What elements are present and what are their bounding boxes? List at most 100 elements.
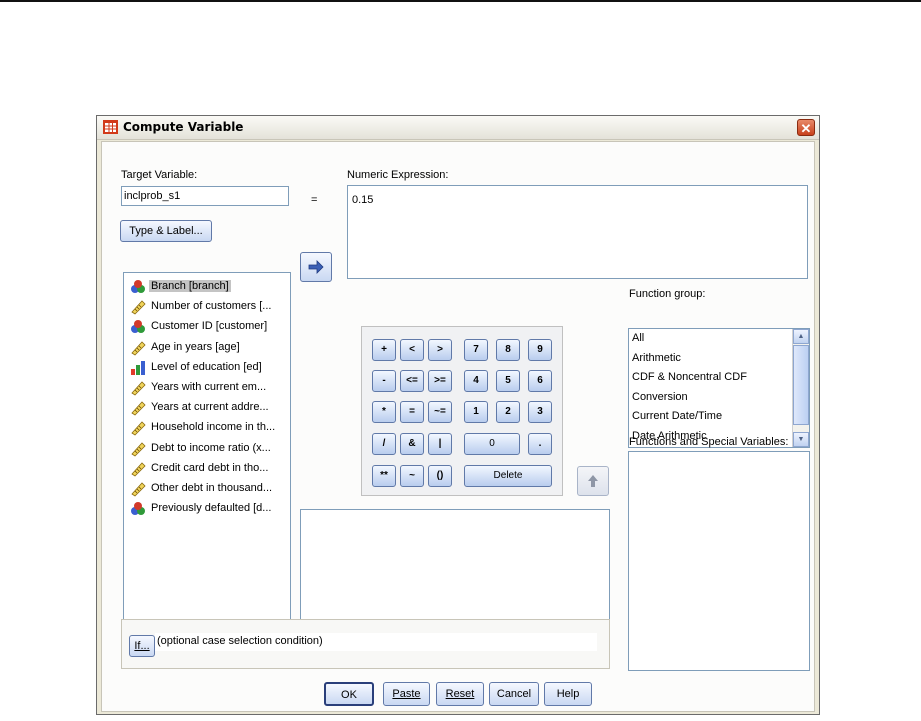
keypad-key[interactable]: <= [400, 370, 424, 392]
variable-item[interactable]: Age in years [age] [130, 338, 288, 357]
if-group: If... (optional case selection condition… [121, 619, 610, 669]
keypad-key[interactable]: + [372, 339, 396, 361]
scrollbar-thumb[interactable] [793, 345, 809, 425]
functions-special-list[interactable] [628, 451, 810, 671]
keypad-key[interactable]: Delete [464, 465, 552, 487]
variable-item[interactable]: Branch [branch] [130, 277, 288, 296]
target-variable-value: inclprob_s1 [124, 190, 181, 202]
variable-label: Other debt in thousand... [151, 482, 273, 494]
keypad-key[interactable]: / [372, 433, 396, 455]
variable-item[interactable]: Years with current em... [130, 378, 288, 397]
ok-button[interactable]: OK [324, 682, 374, 706]
nominal-icon [130, 279, 146, 295]
variable-item[interactable]: Customer ID [customer] [130, 317, 288, 336]
help-button[interactable]: Help [544, 682, 592, 706]
keypad-key[interactable]: 5 [496, 370, 520, 392]
numeric-expression-input[interactable]: 0.15 [347, 185, 808, 279]
function-group-item[interactable]: Arithmetic [632, 352, 681, 364]
move-to-expression-button[interactable] [300, 252, 332, 282]
title-bar[interactable]: Compute Variable ✕ [97, 116, 819, 140]
keypad-key[interactable]: & [400, 433, 424, 455]
keypad-key[interactable]: 4 [464, 370, 488, 392]
scroll-down-icon[interactable]: ▼ [793, 432, 809, 447]
function-group-scrollbar[interactable]: ▲ ▼ [792, 329, 809, 447]
keypad-key[interactable]: 9 [528, 339, 552, 361]
keypad-key[interactable]: >= [428, 370, 452, 392]
function-description-area [300, 509, 610, 631]
paste-button[interactable]: Paste [383, 682, 430, 706]
numeric-expression-label: Numeric Expression: [347, 169, 449, 181]
keypad-key[interactable]: 8 [496, 339, 520, 361]
scale-icon [130, 299, 146, 315]
function-group-item[interactable]: CDF & Noncentral CDF [632, 371, 747, 383]
keypad-key[interactable]: 1 [464, 401, 488, 423]
keypad-key[interactable]: * [372, 401, 396, 423]
variable-item[interactable]: Debt to income ratio (x... [130, 439, 288, 458]
variable-item[interactable]: Number of customers [... [130, 297, 288, 316]
variable-item[interactable]: Level of education [ed] [130, 358, 288, 377]
equals-sign: = [311, 194, 318, 206]
variable-label: Customer ID [customer] [151, 320, 268, 333]
dialog-body: Target Variable: inclprob_s1 = Type & La… [101, 141, 815, 712]
variable-label: Level of education [ed] [151, 360, 262, 373]
if-button[interactable]: If... [129, 635, 155, 657]
keypad-key[interactable]: . [528, 433, 552, 455]
keypad-key[interactable]: | [428, 433, 452, 455]
variable-label: Years at current addre... [151, 401, 269, 414]
scale-icon [130, 340, 146, 356]
keypad-key[interactable]: 7 [464, 339, 488, 361]
arrow-right-icon [308, 260, 324, 274]
keypad-key[interactable]: = [400, 401, 424, 423]
scale-icon [130, 441, 146, 457]
function-group-item[interactable]: Conversion [632, 391, 688, 403]
scale-icon [130, 400, 146, 416]
keypad-key[interactable]: 0 [464, 433, 520, 455]
nominal-icon [130, 501, 146, 517]
compute-variable-dialog: Compute Variable ✕ Target Variable: incl… [96, 115, 820, 715]
function-group-item[interactable]: All [632, 332, 644, 344]
keypad-key[interactable]: ** [372, 465, 396, 487]
reset-button[interactable]: Reset [436, 682, 484, 706]
move-up-button[interactable] [577, 466, 609, 496]
type-label-button[interactable]: Type & Label... [120, 220, 212, 242]
keypad-key[interactable]: ~= [428, 401, 452, 423]
variable-item[interactable]: Years at current addre... [130, 398, 288, 417]
keypad-key[interactable]: () [428, 465, 452, 487]
scale-icon [130, 380, 146, 396]
ordinal-icon [130, 360, 146, 376]
variable-item[interactable]: Household income in th... [130, 418, 288, 437]
variable-label: Age in years [age] [151, 340, 240, 353]
if-condition-box: (optional case selection condition) [155, 633, 597, 651]
scale-icon [130, 461, 146, 477]
variable-label: Debt to income ratio (x... [151, 441, 271, 454]
scale-icon [130, 420, 146, 436]
keypad-key[interactable]: > [428, 339, 452, 361]
spreadsheet-icon [103, 120, 118, 134]
target-variable-label: Target Variable: [121, 169, 198, 181]
cancel-button[interactable]: Cancel [489, 682, 539, 706]
keypad-key[interactable]: ~ [400, 465, 424, 487]
target-variable-input[interactable]: inclprob_s1 [121, 186, 289, 206]
variable-item[interactable]: Previously defaulted [d... [130, 499, 288, 518]
keypad-key[interactable]: - [372, 370, 396, 392]
function-group-list[interactable]: Date Arithmetic Current Date/Time Conversi… [628, 328, 810, 448]
function-group-label: Function group: [629, 288, 706, 300]
keypad-key[interactable]: 6 [528, 370, 552, 392]
close-button[interactable]: ✕ [797, 119, 815, 136]
scroll-up-icon[interactable]: ▲ [793, 329, 809, 344]
function-group-item[interactable]: Current Date/Time [632, 410, 722, 422]
keypad-key[interactable]: 3 [528, 401, 552, 423]
variable-item[interactable]: Other debt in thousand... [130, 479, 288, 498]
variable-label: Number of customers [... [151, 300, 272, 313]
window-title: Compute Variable [123, 120, 244, 134]
if-condition-text: (optional case selection condition) [157, 635, 323, 647]
variable-item[interactable]: Credit card debt in tho... [130, 459, 288, 478]
variable-label: Household income in th... [151, 421, 276, 434]
keypad-key[interactable]: < [400, 339, 424, 361]
variable-label: Branch [branch] [149, 280, 231, 292]
functions-special-label: Functions and Special Variables: [629, 436, 789, 448]
calculator-keypad: + < >7 8 9 - <= >= 4 5 6 * = ~= 1 2 3 /& | 0. ** ~() Delete [361, 326, 563, 496]
keypad-key[interactable]: 2 [496, 401, 520, 423]
scale-icon [130, 481, 146, 497]
variable-list[interactable]: Branch [branch] Number of customers [... C… [123, 272, 291, 626]
